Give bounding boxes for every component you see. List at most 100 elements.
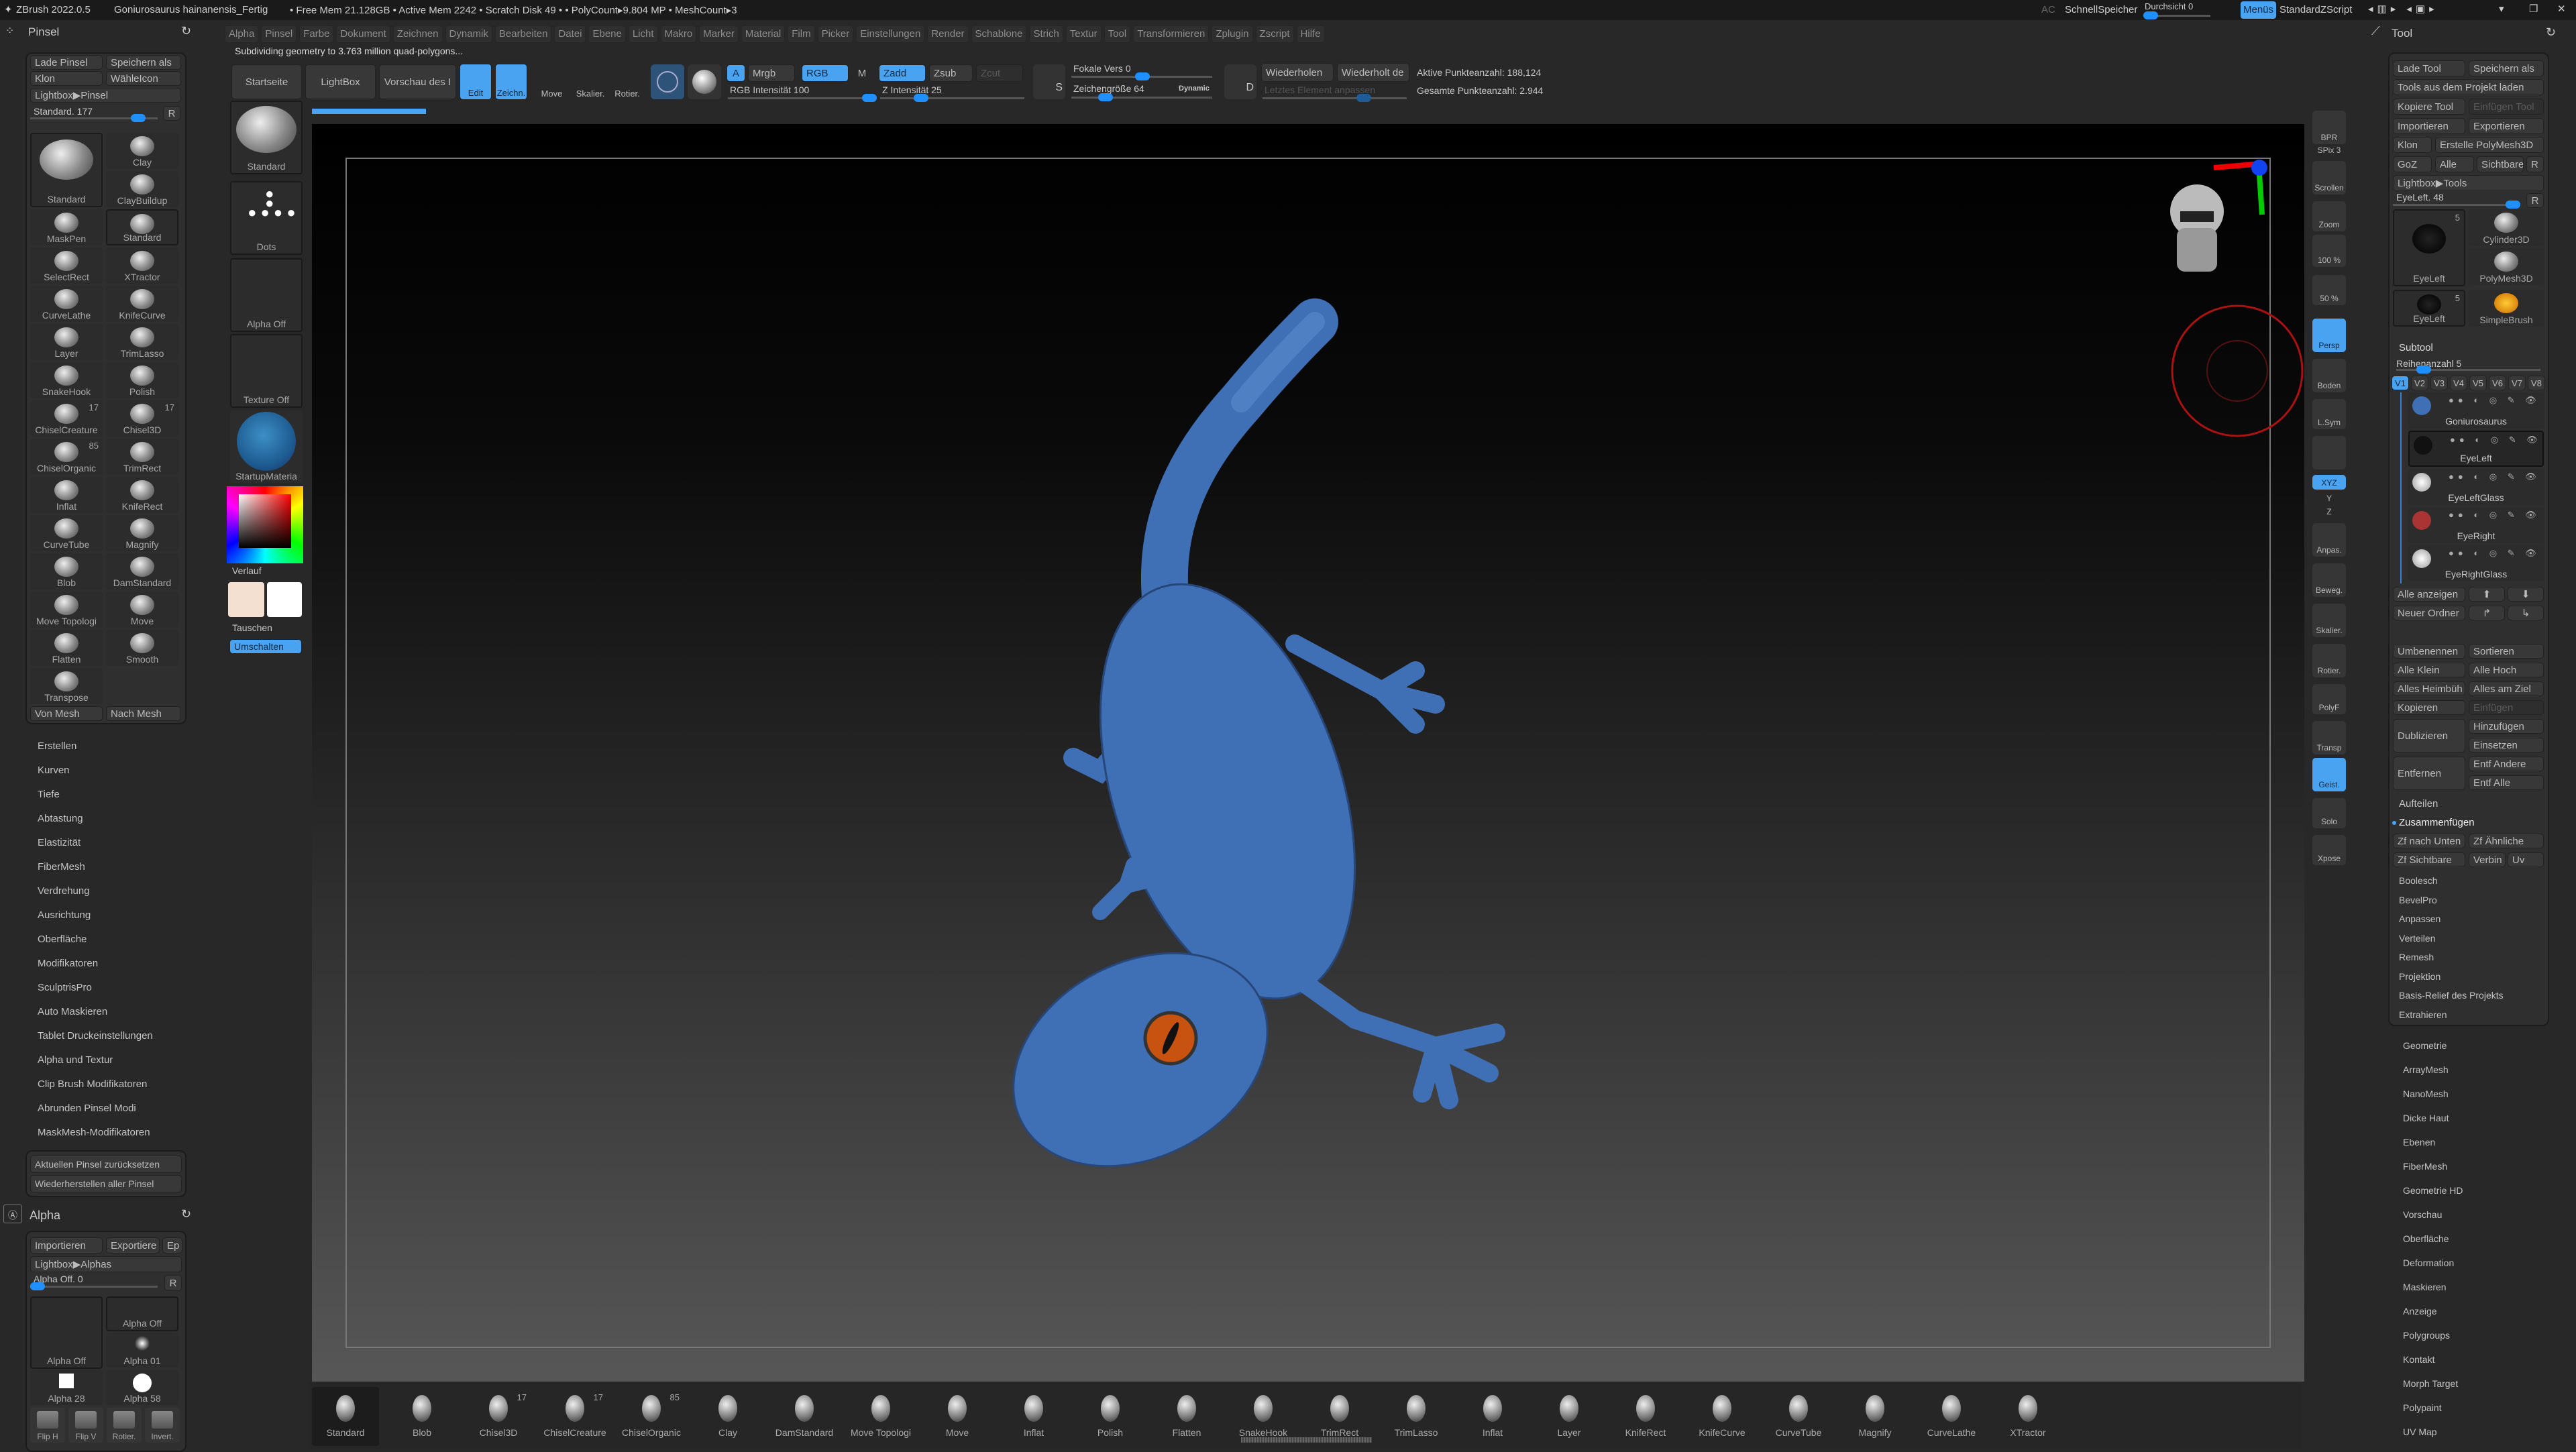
shelf-brush[interactable]: Flatten (1153, 1387, 1220, 1446)
brush-item[interactable]: 17 ChiselCreature (30, 400, 103, 437)
slider-knob[interactable] (131, 114, 146, 122)
shelf-brush[interactable]: 85 ChiselOrganic (618, 1387, 685, 1446)
subtool-version-v8[interactable]: V8 (2528, 376, 2545, 390)
tool-submenu-item[interactable]: NanoMesh (2403, 1088, 2449, 1099)
repeat-last-button[interactable]: Wiederholt de (1337, 63, 1409, 82)
brush-reset-button[interactable]: R (163, 106, 180, 121)
brush-item[interactable]: Move (106, 592, 178, 628)
folder-move-icon[interactable]: ↳ (2508, 606, 2544, 620)
brush-submenu-item[interactable]: Abtastung (38, 813, 83, 824)
brush-submenu-item[interactable]: FiberMesh (38, 861, 85, 873)
brush-item[interactable]: Polish (106, 362, 178, 398)
menu-datei[interactable]: Datei (554, 25, 586, 43)
tool-load-button[interactable]: Lade Tool (2393, 60, 2465, 76)
menu-material[interactable]: Material (741, 25, 786, 43)
subtool-row[interactable]: ●● ◐ ◎ ✎ 👁 Goniurosaurus (2408, 392, 2544, 429)
shelf-brush[interactable]: TrimLasso (1383, 1387, 1450, 1446)
save-brush-button[interactable]: Speichern als (106, 55, 181, 70)
brush-submenu-item[interactable]: Modifikatoren (38, 958, 98, 969)
alpha-item[interactable]: Alpha 01 (106, 1333, 178, 1367)
view-tool-spix3[interactable]: SPix 3 (2312, 146, 2346, 157)
brush-item[interactable]: MaskPen (30, 209, 103, 245)
brush-item[interactable]: Move Topologi (30, 592, 103, 628)
tool-visible-button[interactable]: Sichtbare (2477, 156, 2524, 172)
subtool-row[interactable]: ●● ◐ ◎ ✎ 👁 EyeLeft (2408, 431, 2544, 467)
tool-submenu-item[interactable]: Dicke Haut (2403, 1113, 2449, 1123)
brush-item[interactable]: Transpose (30, 668, 103, 704)
view-tool-anpas[interactable]: Anpas. (2312, 523, 2346, 557)
brush-submenu-item[interactable]: Elastizität (38, 837, 80, 848)
menu-alpha[interactable]: Alpha (225, 25, 259, 43)
tool-paste-button[interactable]: Einfügen Tool (2469, 99, 2544, 115)
zsub-toggle[interactable]: Zsub (929, 64, 973, 82)
shelf-brush[interactable]: Clay (694, 1387, 761, 1446)
tool-thumb-polymesh3d[interactable]: PolyMesh3D (2469, 248, 2544, 285)
tool-del-all-button[interactable]: Entf Alle (2469, 775, 2544, 790)
reset-current-brush-button[interactable]: Aktuellen Pinsel zurücksetzen (30, 1156, 182, 1173)
view-tool-transp[interactable]: Transp (2312, 721, 2346, 755)
tool-submenu-item[interactable]: Maskieren (2403, 1282, 2447, 1292)
icon-brush-button[interactable]: WähleIcon (106, 71, 181, 86)
shelf-brush[interactable]: Layer (1536, 1387, 1603, 1446)
alpha-reset-button[interactable]: R (164, 1275, 182, 1291)
tool-weld-button[interactable]: Verbin (2469, 852, 2506, 867)
shelf-brush[interactable]: KnifeCurve (1688, 1387, 1756, 1446)
tool-all-home-button[interactable]: Alles Heimbüh (2393, 681, 2465, 696)
menu-strich[interactable]: Strich (1029, 25, 1063, 43)
view-tool-geist[interactable]: Geist. (2312, 758, 2346, 791)
tool-submenu-item[interactable]: Kontakt (2403, 1354, 2434, 1365)
tool-delete-button[interactable]: Entfernen (2393, 757, 2465, 790)
stroke-thumb[interactable]: ● ● ● ● ● ● Dots (230, 181, 303, 255)
view-tool-xyz[interactable]: XYZ (2312, 475, 2346, 490)
brush-submenu-item[interactable]: Abrunden Pinsel Modi (38, 1103, 136, 1114)
brush-item[interactable]: Blob (30, 553, 103, 590)
brush-submenu-item[interactable]: Alpha und Textur (38, 1054, 113, 1066)
slider-knob[interactable] (2416, 366, 2431, 374)
brush-submenu-item[interactable]: MaskMesh-Modifikatoren (38, 1127, 150, 1138)
brush-item[interactable]: Flatten (30, 630, 103, 666)
tool-paste2-button[interactable]: Einfügen (2469, 700, 2544, 715)
gradient-toggle[interactable]: Verlauf (232, 565, 262, 576)
alpha-refresh-icon[interactable]: ↻ (181, 1207, 191, 1221)
brush-item[interactable]: 85 ChiselOrganic (30, 439, 103, 475)
material-sphere-icon[interactable] (651, 64, 684, 99)
tool-submenu-item[interactable]: Oberfläche (2403, 1233, 2449, 1244)
menu-zscript[interactable]: Zscript (1255, 25, 1294, 43)
view-tool-polyf[interactable]: PolyF (2312, 684, 2346, 714)
menu-dynamik[interactable]: Dynamik (445, 25, 492, 43)
tool-submenu-item[interactable]: Geometrie (2403, 1040, 2447, 1051)
preview-button[interactable]: Vorschau des I (379, 64, 456, 99)
shelf-brush[interactable]: Move Topologi (847, 1387, 914, 1446)
shelf-brush[interactable]: Inflat (1459, 1387, 1526, 1446)
alpha-item[interactable]: Alpha 58 (106, 1370, 178, 1405)
alpha-tool-fliph[interactable]: Flip H (30, 1408, 65, 1443)
tool-thumb-simplebrush[interactable]: SimpleBrush (2469, 290, 2544, 327)
tool-export-button[interactable]: Exportieren (2469, 118, 2544, 134)
tool-submenu-item[interactable]: Morph Target (2403, 1378, 2458, 1389)
shelf-scroll-handle[interactable] (1241, 1437, 1372, 1443)
brush-submenu-item[interactable]: Tiefe (38, 789, 60, 800)
view-tool-100[interactable]: 100 % (2312, 235, 2346, 267)
brush-submenu-item[interactable]: Ausrichtung (38, 909, 91, 921)
tool-project-button[interactable]: Tools aus dem Projekt laden (2393, 79, 2544, 95)
subtool-version-v2[interactable]: V2 (2411, 376, 2428, 390)
tool-submenu-item[interactable]: Anzeige (2403, 1306, 2437, 1317)
sym-d-icon[interactable]: D (1224, 64, 1256, 99)
zadd-toggle[interactable]: Zadd (879, 64, 926, 82)
brush-item[interactable]: Inflat (30, 477, 103, 513)
secondary-color-swatch[interactable] (267, 582, 302, 617)
move-down-button[interactable]: ⬇ (2508, 587, 2544, 602)
subtool-submenu-item[interactable]: Boolesch (2399, 875, 2438, 886)
tool-submenu-item[interactable]: UV Map (2403, 1427, 2437, 1437)
subtool-submenu-item[interactable]: Extrahieren (2399, 1009, 2447, 1020)
brush-submenu-item[interactable]: Tablet Druckeinstellungen (38, 1030, 153, 1042)
view-tool-persp[interactable]: Persp (2312, 319, 2346, 352)
tool-slider[interactable] (2393, 201, 2520, 209)
view-tool-zoom[interactable]: Zoom (2312, 201, 2346, 231)
zcut-toggle[interactable]: Zcut (976, 64, 1023, 82)
tool-append-button[interactable]: Hinzufügen (2469, 719, 2544, 734)
brush-item[interactable]: XTractor (106, 247, 178, 284)
tool-submenu-item[interactable]: Deformation (2403, 1258, 2454, 1268)
repeat-button[interactable]: Wiederholen (1261, 63, 1334, 82)
menu-picker[interactable]: Picker (817, 25, 854, 43)
